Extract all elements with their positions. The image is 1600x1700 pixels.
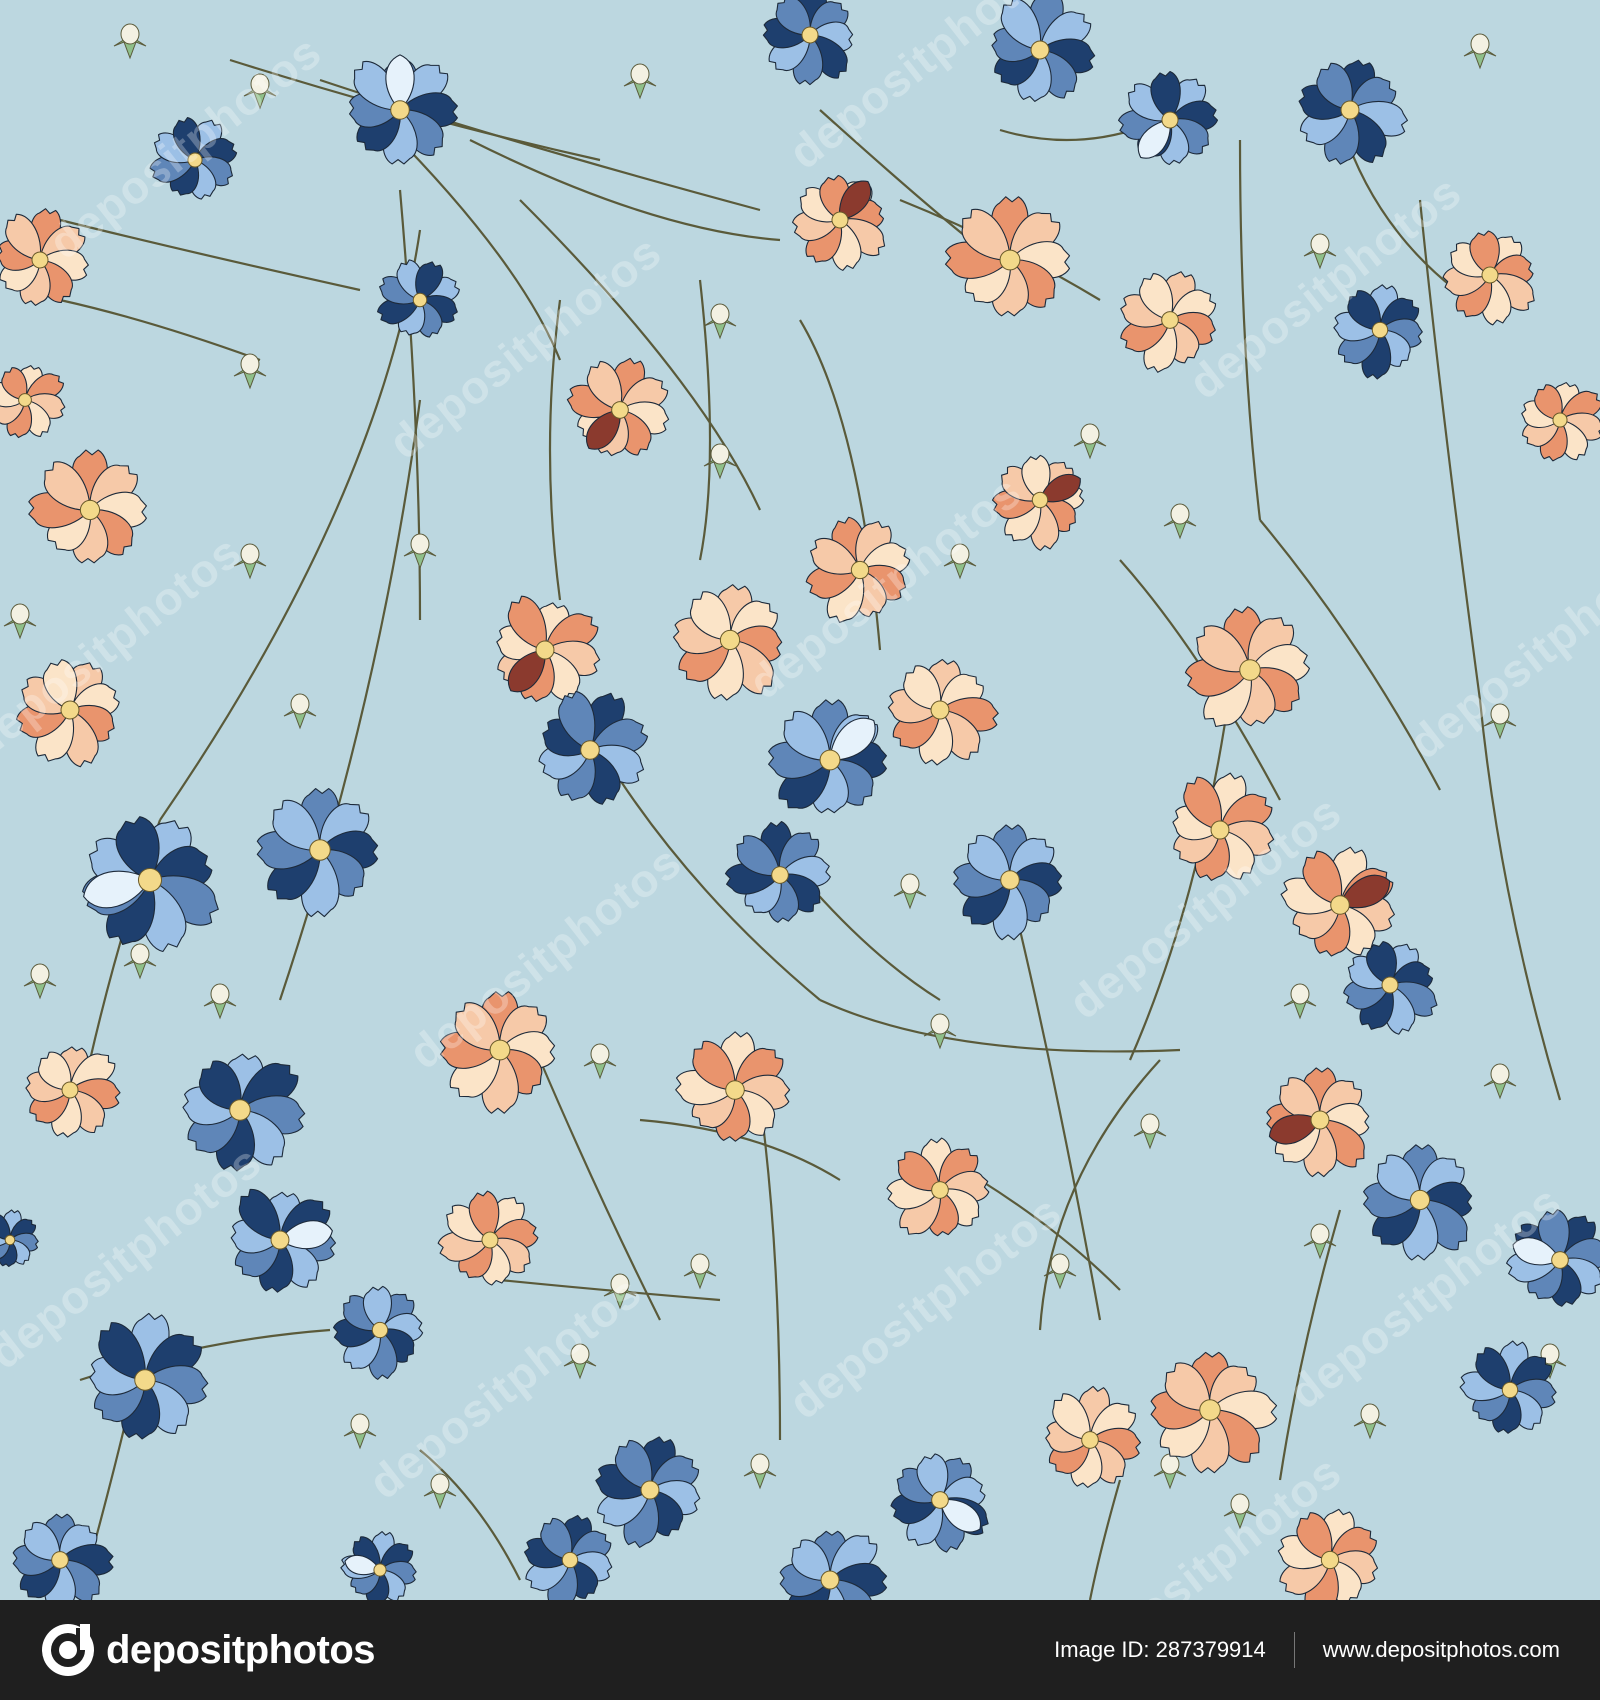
floral-pattern-svg — [0, 0, 1600, 1600]
site-url-link[interactable]: www.depositphotos.com — [1323, 1637, 1560, 1663]
brand-name: depositphotos — [106, 1627, 376, 1672]
image-id-text: Image ID: 287379914 — [1054, 1637, 1266, 1662]
depositphotos-logo-icon — [42, 1624, 94, 1676]
meta-divider — [1293, 1632, 1295, 1668]
brand-logo[interactable]: depositphotos — [40, 1620, 376, 1680]
floral-pattern-image: depositphotos depositphotos depositphotos d… — [0, 0, 1600, 1600]
image-meta: Image ID: 287379914 www.depositphotos.co… — [1054, 1600, 1560, 1700]
footer-bar: depositphotos Image ID: 287379914 www.de… — [0, 1600, 1600, 1700]
